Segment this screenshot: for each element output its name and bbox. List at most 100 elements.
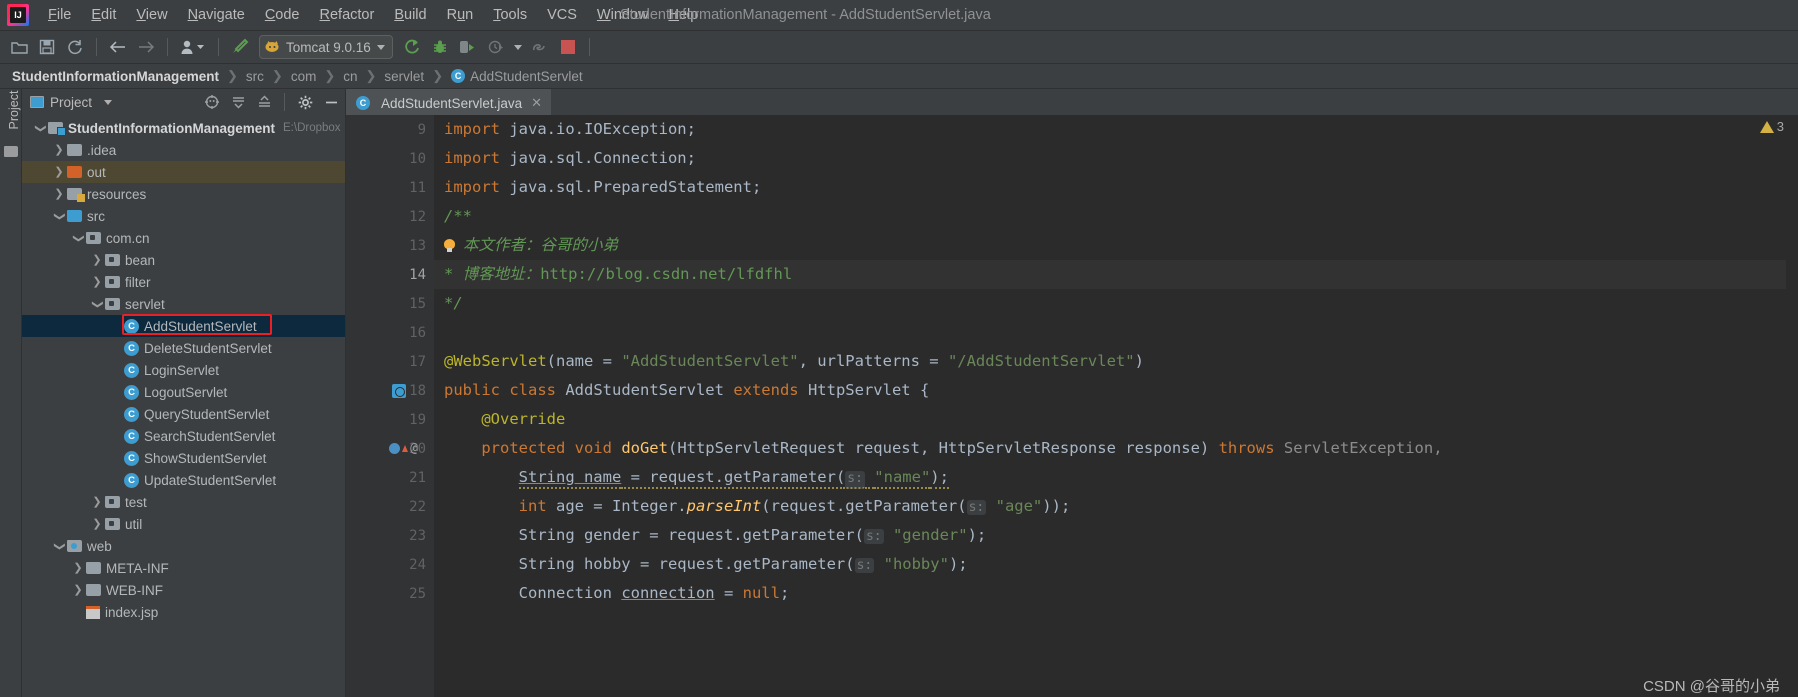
code-line-13[interactable]: 本文作者：谷哥的小弟: [434, 231, 1798, 260]
chevron-right-icon[interactable]: ❯: [70, 584, 86, 596]
tree-node-index-jsp[interactable]: index.jsp: [22, 601, 345, 623]
tree-node-searchstudentservlet[interactable]: C SearchStudentServlet: [22, 425, 345, 447]
tree-node-bean[interactable]: ❯ bean: [22, 249, 345, 271]
locate-icon[interactable]: [202, 92, 222, 112]
expand-all-icon[interactable]: [228, 92, 248, 112]
gutter-line-18[interactable]: 18: [346, 376, 434, 405]
code-line-22[interactable]: int age = Integer.parseInt(request.getPa…: [434, 492, 1798, 521]
run-configuration-selector[interactable]: Tomcat 9.0.16: [259, 35, 393, 59]
gutter-line-15[interactable]: 15−: [346, 289, 447, 318]
user-profile-icon[interactable]: [176, 34, 210, 60]
menu-build[interactable]: Build: [384, 4, 436, 26]
code-editor[interactable]: 9 10 11−12− 13 14 15− 16 17 18 19 @20− 21 22 23 24 25 i…: [346, 115, 1798, 697]
run-with-coverage-icon[interactable]: [455, 34, 481, 60]
gutter-line-10[interactable]: 10: [346, 144, 434, 173]
tree-node-addstudentservlet[interactable]: C AddStudentServlet: [22, 315, 345, 337]
breadcrumb-item-com[interactable]: com: [291, 69, 317, 84]
debug-bug-icon[interactable]: [427, 34, 453, 60]
menu-vcs[interactable]: VCS: [537, 4, 587, 26]
gutter-line-11[interactable]: 11−: [346, 173, 447, 202]
tree-node-web[interactable]: ❯ web: [22, 535, 345, 557]
code-line-24[interactable]: String hobby = request.getParameter(s: "…: [434, 550, 1798, 579]
collapse-all-icon[interactable]: [254, 92, 274, 112]
chevron-right-icon[interactable]: ❯: [51, 144, 67, 156]
hammer-build-icon[interactable]: [227, 34, 253, 60]
open-folder-icon[interactable]: [6, 34, 32, 60]
menu-view[interactable]: View: [126, 4, 177, 26]
chevron-right-icon[interactable]: ❯: [89, 496, 105, 508]
chevron-down-icon[interactable]: ❯: [92, 296, 104, 312]
override-marker-icon[interactable]: @: [389, 434, 418, 463]
gutter-line-12[interactable]: 12−: [346, 202, 447, 231]
implemented-marker-icon[interactable]: [392, 376, 406, 405]
code-line-11[interactable]: import java.sql.PreparedStatement;: [434, 173, 1798, 202]
tree-node--idea[interactable]: ❯ .idea: [22, 139, 345, 161]
menu-navigate[interactable]: Navigate: [178, 4, 255, 26]
editor-marker-column[interactable]: [1786, 115, 1798, 697]
close-icon[interactable]: ✕: [531, 95, 542, 111]
tree-node-logoutservlet[interactable]: C LogoutServlet: [22, 381, 345, 403]
gutter-line-24[interactable]: 24: [346, 550, 434, 579]
chevron-down-icon[interactable]: ❯: [54, 208, 66, 224]
gutter-line-20[interactable]: @20−: [346, 434, 447, 463]
settings-gear-icon[interactable]: [295, 92, 315, 112]
chevron-right-icon[interactable]: ❯: [51, 188, 67, 200]
stop-square-icon[interactable]: [555, 34, 581, 60]
gutter-line-25[interactable]: 25: [346, 579, 434, 608]
tree-node-resources[interactable]: ❯ resources: [22, 183, 345, 205]
code-line-10[interactable]: import java.sql.Connection;: [434, 144, 1798, 173]
tool-window-button-project[interactable]: Project: [7, 80, 21, 140]
tree-node-web-inf[interactable]: ❯ WEB-INF: [22, 579, 345, 601]
chevron-down-icon[interactable]: ❯: [54, 538, 66, 554]
tree-node-deletestudentservlet[interactable]: C DeleteStudentServlet: [22, 337, 345, 359]
code-line-21[interactable]: String name = request.getParameter(s: "n…: [434, 463, 1798, 492]
profiler-clock-icon[interactable]: [483, 34, 509, 60]
chevron-right-icon[interactable]: ❯: [89, 276, 105, 288]
arrow-left-icon[interactable]: [105, 34, 131, 60]
gutter-line-22[interactable]: 22: [346, 492, 434, 521]
menu-edit[interactable]: Edit: [81, 4, 126, 26]
tree-node-com-cn[interactable]: ❯ com.cn: [22, 227, 345, 249]
breadcrumb-item-src[interactable]: src: [246, 69, 264, 84]
chevron-right-icon[interactable]: ❯: [89, 254, 105, 266]
gutter-line-17[interactable]: 17: [346, 347, 434, 376]
code-line-25[interactable]: Connection connection = null;: [434, 579, 1798, 608]
tree-node-test[interactable]: ❯ test: [22, 491, 345, 513]
tree-node-filter[interactable]: ❯ filter: [22, 271, 345, 293]
tree-node-loginservlet[interactable]: C LoginServlet: [22, 359, 345, 381]
breadcrumb-item-class[interactable]: AddStudentServlet: [470, 69, 583, 84]
project-tree[interactable]: ❯ StudentInformationManagement E:\Dropbox ❯…: [22, 115, 345, 697]
attach-debugger-icon[interactable]: [527, 34, 553, 60]
menu-tools[interactable]: Tools: [483, 4, 537, 26]
tree-node-src[interactable]: ❯ src: [22, 205, 345, 227]
tree-node-util[interactable]: ❯ util: [22, 513, 345, 535]
code-line-20[interactable]: protected void doGet(HttpServletRequest …: [434, 434, 1798, 463]
code-line-16[interactable]: [434, 318, 1798, 347]
tree-node-studentinformationmanagement[interactable]: ❯ StudentInformationManagement E:\Dropbox: [22, 117, 345, 139]
code-line-14[interactable]: * 博客地址：http://blog.csdn.net/lfdfhl: [434, 260, 1798, 289]
gutter-line-16[interactable]: 16: [346, 318, 434, 347]
editor-tab-addstudentservlet[interactable]: C AddStudentServlet.java ✕: [346, 89, 551, 115]
menu-refactor[interactable]: Refactor: [310, 4, 385, 26]
gutter-line-19[interactable]: 19: [346, 405, 434, 434]
intention-bulb-icon[interactable]: [444, 239, 455, 252]
tree-node-out[interactable]: ❯ out: [22, 161, 345, 183]
tree-node-showstudentservlet[interactable]: C ShowStudentServlet: [22, 447, 345, 469]
code-line-19[interactable]: @Override: [434, 405, 1798, 434]
code-line-23[interactable]: String gender = request.getParameter(s: …: [434, 521, 1798, 550]
chevron-down-icon[interactable]: [98, 92, 118, 112]
profiler-dropdown-chevron-icon[interactable]: [511, 34, 525, 60]
code-line-9[interactable]: import java.io.IOException;: [434, 115, 1798, 144]
hide-panel-icon[interactable]: [321, 92, 341, 112]
arrow-right-icon[interactable]: [133, 34, 159, 60]
chevron-right-icon[interactable]: ❯: [51, 166, 67, 178]
project-panel-title[interactable]: Project: [50, 95, 92, 110]
folder-icon[interactable]: [4, 146, 18, 157]
chevron-down-icon[interactable]: [376, 44, 385, 50]
run-green-arrow-icon[interactable]: [399, 34, 425, 60]
gutter-line-9[interactable]: 9: [346, 115, 434, 144]
code-line-12[interactable]: /**: [434, 202, 1798, 231]
tree-node-servlet[interactable]: ❯ servlet: [22, 293, 345, 315]
code-line-15[interactable]: */: [434, 289, 1798, 318]
chevron-right-icon[interactable]: ❯: [70, 562, 86, 574]
